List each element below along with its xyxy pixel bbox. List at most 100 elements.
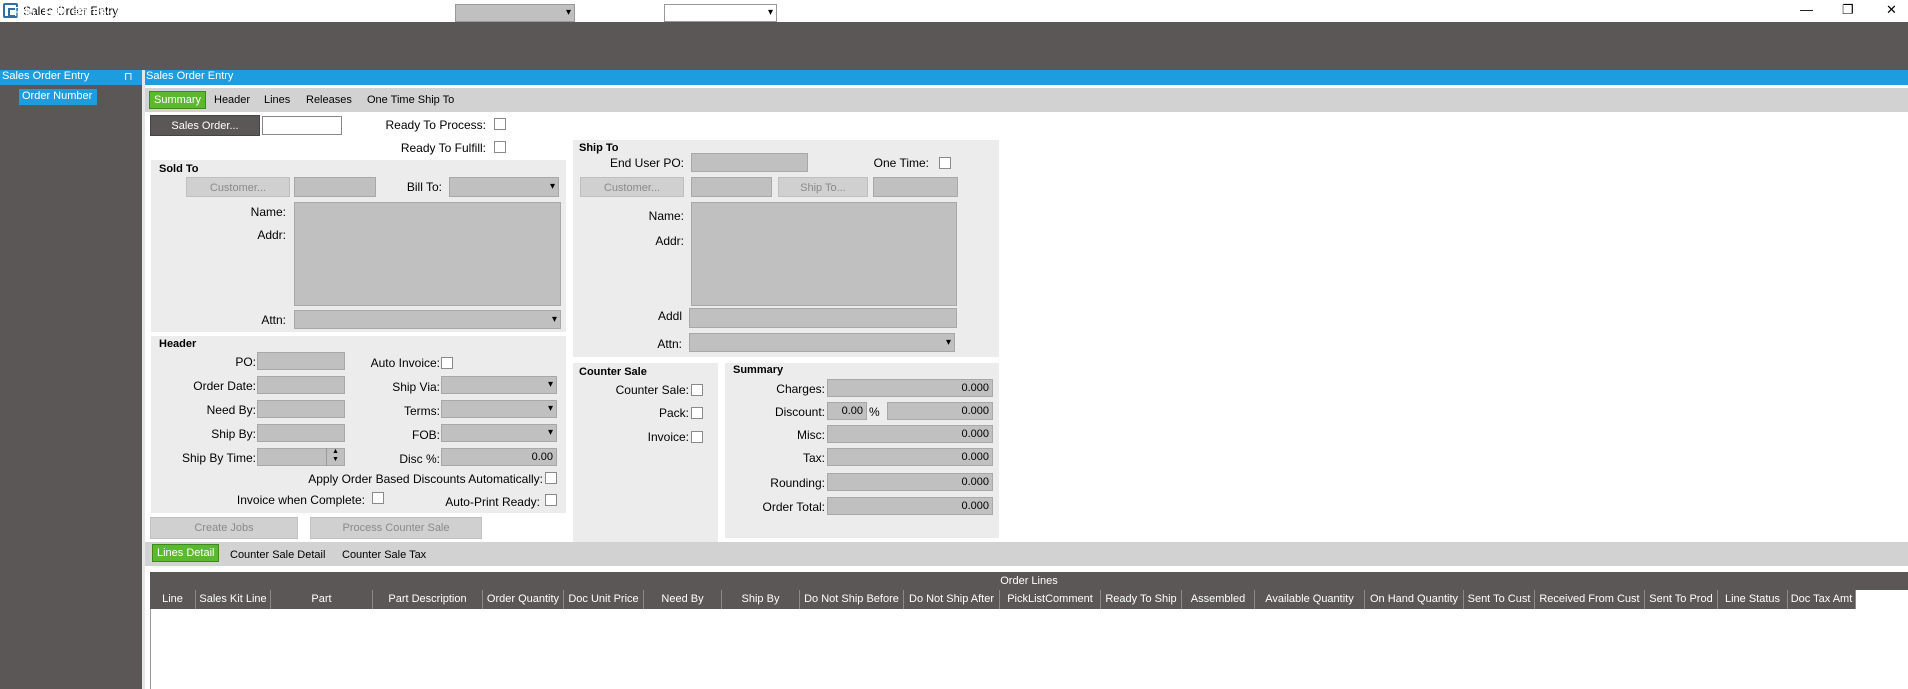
- ship-by-time-spinner-icon[interactable]: ▲ ▼: [326, 448, 344, 466]
- col-sent-to-cust[interactable]: Sent To Cust: [1464, 590, 1535, 609]
- ready-to-fulfill-checkbox[interactable]: [494, 141, 506, 153]
- apply-discounts-checkbox[interactable]: [545, 472, 557, 484]
- auto-invoice-checkbox[interactable]: [441, 357, 453, 369]
- tab-summary[interactable]: Summary: [149, 91, 207, 109]
- forward-icon[interactable]: ⊕: [818, 4, 836, 22]
- col-line-status[interactable]: Line Status: [1718, 590, 1788, 609]
- minimize-button[interactable]: —: [1800, 2, 1813, 17]
- next-icon[interactable]: ▶: [580, 4, 598, 22]
- order-lines-caption: Order Lines: [150, 572, 1908, 590]
- col-line[interactable]: Line: [150, 590, 196, 609]
- tab-header[interactable]: Header: [214, 94, 250, 106]
- ship-to-customer-id[interactable]: [691, 177, 772, 197]
- invoice-when-complete-checkbox[interactable]: [372, 492, 384, 504]
- col-do-not-ship-after[interactable]: Do Not Ship After: [904, 590, 1000, 609]
- terms-select[interactable]: [441, 400, 557, 418]
- delete-icon[interactable]: ✕: [631, 4, 649, 22]
- rounding-label: Rounding:: [770, 476, 825, 490]
- tab-lines-detail[interactable]: Lines Detail: [152, 544, 220, 562]
- back-icon[interactable]: ⊖: [792, 4, 810, 22]
- apply-discounts-label: Apply Order Based Discounts Automaticall…: [308, 472, 543, 486]
- tab-counter-sale-detail[interactable]: Counter Sale Detail: [230, 549, 325, 561]
- save-icon[interactable]: ■: [45, 4, 63, 22]
- pin-icon[interactable]: ⊓: [124, 70, 133, 83]
- col-need-by[interactable]: Need By: [644, 590, 722, 609]
- prev-icon[interactable]: ◀: [430, 4, 448, 22]
- close-button[interactable]: ✕: [1886, 2, 1897, 18]
- order-date-label: Order Date:: [193, 379, 256, 393]
- po-input[interactable]: [257, 352, 345, 370]
- open-icon[interactable]: ▤: [70, 4, 88, 22]
- sales-order-input[interactable]: [262, 116, 342, 135]
- ready-to-process-checkbox[interactable]: [494, 118, 506, 130]
- col-assembled[interactable]: Assembled: [1182, 590, 1255, 609]
- sold-to-customer-button[interactable]: Customer...: [186, 177, 290, 197]
- one-time-checkbox[interactable]: [939, 157, 951, 169]
- end-user-po-input[interactable]: [691, 153, 808, 172]
- first-icon[interactable]: ⏮: [406, 4, 424, 22]
- col-ready-to-ship[interactable]: Ready To Ship: [1101, 590, 1182, 609]
- col-doc-tax-amt[interactable]: Doc Tax Amt: [1788, 590, 1856, 609]
- quick-search-select[interactable]: [664, 4, 777, 22]
- undo-icon[interactable]: ↶: [343, 4, 361, 22]
- col-do-not-ship-before[interactable]: Do Not Ship Before: [800, 590, 904, 609]
- col-sent-to-prod[interactable]: Sent To Prod: [1645, 590, 1718, 609]
- col-available-quantity[interactable]: Available Quantity: [1255, 590, 1365, 609]
- ship-to-id[interactable]: [873, 177, 958, 197]
- home-icon[interactable]: ◉: [844, 4, 862, 22]
- invoice-when-complete-label: Invoice when Complete:: [236, 493, 365, 507]
- refresh-icon[interactable]: ↻: [174, 4, 192, 22]
- tab-releases[interactable]: Releases: [306, 94, 352, 106]
- col-doc-unit-price[interactable]: Doc Unit Price: [564, 590, 644, 609]
- invoice-checkbox[interactable]: [691, 431, 703, 443]
- cut-icon[interactable]: ✂: [265, 4, 283, 22]
- bill-to-select[interactable]: [449, 177, 559, 197]
- order-lines-grid-body[interactable]: [150, 609, 1908, 689]
- need-by-input[interactable]: [257, 400, 345, 418]
- sold-to-attn-select[interactable]: [294, 310, 561, 329]
- sold-to-address-box[interactable]: [294, 202, 561, 306]
- print-icon[interactable]: ▣: [233, 4, 251, 22]
- ship-to-addl-input[interactable]: [689, 308, 957, 328]
- order-date-input[interactable]: [257, 376, 345, 394]
- ship-to-customer-button[interactable]: Customer...: [580, 177, 684, 197]
- attach-icon[interactable]: ⌇: [122, 4, 140, 22]
- new-icon[interactable]: ▢: [14, 4, 32, 22]
- process-counter-sale-button[interactable]: Process Counter Sale: [310, 517, 482, 539]
- col-sales-kit-line[interactable]: Sales Kit Line: [196, 590, 271, 609]
- paste-icon[interactable]: ▦: [317, 4, 335, 22]
- col-received-from-cust[interactable]: Received From Cust: [1535, 590, 1645, 609]
- pack-checkbox[interactable]: [691, 407, 703, 419]
- ship-to-button[interactable]: Ship To...: [778, 177, 868, 197]
- fob-select[interactable]: [441, 424, 557, 442]
- restore-button[interactable]: ❐: [1842, 2, 1854, 18]
- ship-to-title: Ship To: [579, 142, 619, 154]
- disc-pct-input[interactable]: 0.00: [441, 448, 557, 466]
- record-selector[interactable]: [455, 4, 575, 22]
- tab-lines[interactable]: Lines: [264, 94, 290, 106]
- ship-to-attn-select[interactable]: [689, 333, 955, 352]
- search-icon[interactable]: ⚲: [380, 4, 398, 22]
- copy-icon[interactable]: ❐: [291, 4, 309, 22]
- ship-by-input[interactable]: [257, 424, 345, 442]
- counter-sale-checkbox[interactable]: [691, 384, 703, 396]
- auto-print-ready-checkbox[interactable]: [545, 494, 557, 506]
- create-jobs-button[interactable]: Create Jobs: [150, 517, 298, 539]
- sales-order-button[interactable]: Sales Order...: [150, 115, 260, 136]
- tab-one-time-ship-to[interactable]: One Time Ship To: [367, 94, 454, 106]
- sold-to-customer-id[interactable]: [294, 177, 376, 197]
- last-icon[interactable]: ⏭: [604, 4, 622, 22]
- clear-icon[interactable]: ✎: [200, 4, 218, 22]
- col-order-quantity[interactable]: Order Quantity: [483, 590, 564, 609]
- memo-icon[interactable]: ▭: [97, 4, 115, 22]
- col-picklist-comment[interactable]: PickListComment: [1000, 590, 1101, 609]
- tab-counter-sale-tax[interactable]: Counter Sale Tax: [342, 549, 426, 561]
- tree-node-order-number[interactable]: Order Number: [19, 89, 97, 105]
- col-part-description[interactable]: Part Description: [373, 590, 483, 609]
- col-part[interactable]: Part: [271, 590, 373, 609]
- col-ship-by[interactable]: Ship By: [722, 590, 800, 609]
- clipboard-icon[interactable]: ▥: [149, 4, 167, 22]
- ship-to-address-box[interactable]: [691, 202, 957, 306]
- col-on-hand-quantity[interactable]: On Hand Quantity: [1365, 590, 1464, 609]
- ship-via-select[interactable]: [441, 376, 557, 394]
